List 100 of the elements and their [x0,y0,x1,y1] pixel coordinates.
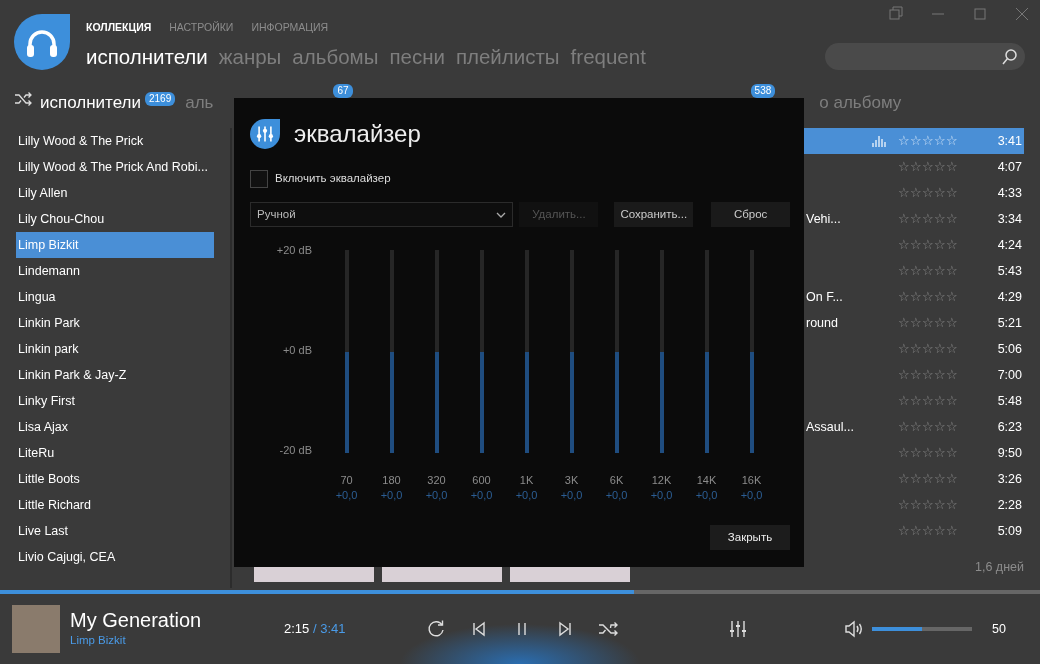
band-slider[interactable] [389,250,394,453]
shuffle-icon[interactable] [14,90,32,108]
category-tab[interactable]: песни [389,42,445,73]
star-icon[interactable]: ☆ [946,209,958,229]
volume-slider[interactable] [872,627,972,631]
artist-item[interactable]: Lindemann [16,258,214,284]
band-slider[interactable] [659,250,664,453]
artist-item[interactable]: Livio Cajugi, CEA [16,544,214,570]
star-icon[interactable]: ☆ [934,391,946,411]
track-row[interactable]: ☆☆☆☆☆ 4:33 [804,180,1024,206]
equalizer-icon[interactable] [728,619,748,639]
artist-item[interactable]: Limp Bizkit [16,232,214,258]
track-row[interactable]: ☆☆☆☆☆ 5:06 [804,336,1024,362]
star-icon[interactable]: ☆ [946,157,958,177]
star-icon[interactable]: ☆ [946,235,958,255]
star-icon[interactable]: ☆ [898,261,910,281]
artist-item[interactable]: LiteRu [16,440,214,466]
star-icon[interactable]: ☆ [910,417,922,437]
artist-item[interactable]: Little Boots [16,466,214,492]
star-icon[interactable]: ☆ [898,365,910,385]
star-icon[interactable]: ☆ [946,261,958,281]
band-slider[interactable] [704,250,709,453]
star-icon[interactable]: ☆ [910,469,922,489]
artist-item[interactable]: Lily Allen [16,180,214,206]
star-icon[interactable]: ☆ [910,183,922,203]
star-icon[interactable]: ☆ [934,365,946,385]
star-icon[interactable]: ☆ [922,157,934,177]
preset-button[interactable]: Сброс [711,202,790,227]
star-icon[interactable]: ☆ [946,495,958,515]
progress-track[interactable] [0,590,1040,594]
star-icon[interactable]: ☆ [946,365,958,385]
star-rating[interactable]: ☆☆☆☆☆ [898,443,964,463]
track-row[interactable]: Vehi... ☆☆☆☆☆ 3:34 [804,206,1024,232]
band-slider[interactable] [614,250,619,453]
band-slider[interactable] [479,250,484,453]
nav-link[interactable]: ИНФОРМАЦИЯ [251,20,329,36]
enable-label[interactable]: Включить эквалайзер [275,170,391,188]
star-icon[interactable]: ☆ [910,235,922,255]
star-rating[interactable]: ☆☆☆☆☆ [898,209,964,229]
star-rating[interactable]: ☆☆☆☆☆ [898,261,964,281]
star-rating[interactable]: ☆☆☆☆☆ [898,313,964,333]
category-tab[interactable]: исполнители [86,42,208,73]
star-icon[interactable]: ☆ [934,235,946,255]
star-rating[interactable]: ☆☆☆☆☆ [898,495,964,515]
star-icon[interactable]: ☆ [898,287,910,307]
sort-label[interactable]: о альбому [819,90,902,116]
track-row[interactable]: ☆☆☆☆☆ 3:26 [804,466,1024,492]
star-rating[interactable]: ☆☆☆☆☆ [898,521,964,541]
star-icon[interactable]: ☆ [910,157,922,177]
star-icon[interactable]: ☆ [922,313,934,333]
star-icon[interactable]: ☆ [910,261,922,281]
artist-item[interactable]: Linkin park [16,336,214,362]
star-icon[interactable]: ☆ [898,131,910,151]
star-icon[interactable]: ☆ [898,443,910,463]
star-icon[interactable]: ☆ [934,521,946,541]
star-icon[interactable]: ☆ [934,287,946,307]
artist-item[interactable]: Live Last [16,518,214,544]
star-rating[interactable]: ☆☆☆☆☆ [898,339,964,359]
star-icon[interactable]: ☆ [898,469,910,489]
star-icon[interactable]: ☆ [946,417,958,437]
star-icon[interactable]: ☆ [898,313,910,333]
star-icon[interactable]: ☆ [922,261,934,281]
artist-item[interactable]: Lily Chou-Chou [16,206,214,232]
track-row[interactable]: Assaul... ☆☆☆☆☆ 6:23 [804,414,1024,440]
star-icon[interactable]: ☆ [910,209,922,229]
nav-link[interactable]: НАСТРОЙКИ [169,20,234,36]
star-rating[interactable]: ☆☆☆☆☆ [898,391,964,411]
star-icon[interactable]: ☆ [934,261,946,281]
artist-item[interactable]: Lilly Wood & The Prick And Robi... [16,154,214,180]
star-icon[interactable]: ☆ [910,521,922,541]
star-icon[interactable]: ☆ [934,157,946,177]
star-icon[interactable]: ☆ [910,339,922,359]
track-row[interactable]: ☆☆☆☆☆ 4:24 [804,232,1024,258]
star-rating[interactable]: ☆☆☆☆☆ [898,157,964,177]
category-tab[interactable]: плейлисты [455,42,560,73]
artist-item[interactable]: Linkin Park [16,310,214,336]
star-icon[interactable]: ☆ [898,157,910,177]
star-rating[interactable]: ☆☆☆☆☆ [898,131,964,151]
star-icon[interactable]: ☆ [922,391,934,411]
enable-checkbox[interactable] [250,170,268,188]
star-icon[interactable]: ☆ [934,209,946,229]
track-row[interactable]: ☆☆☆☆☆ 7:00 [804,362,1024,388]
star-icon[interactable]: ☆ [946,131,958,151]
band-slider[interactable] [434,250,439,453]
band-slider[interactable] [344,250,349,453]
artist-item[interactable]: Linky First [16,388,214,414]
star-icon[interactable]: ☆ [922,339,934,359]
track-row[interactable]: On F... ☆☆☆☆☆ 4:29 [804,284,1024,310]
star-rating[interactable]: ☆☆☆☆☆ [898,417,964,437]
section-tab[interactable]: аль [185,90,214,116]
star-icon[interactable]: ☆ [946,287,958,307]
section-tab[interactable]: исполнители [40,90,141,116]
search-field[interactable] [825,43,1025,70]
category-tab[interactable]: frequent [570,42,646,73]
star-icon[interactable]: ☆ [898,209,910,229]
track-row[interactable]: ☆☆☆☆☆ 3:41 [804,128,1024,154]
star-icon[interactable]: ☆ [910,131,922,151]
star-icon[interactable]: ☆ [934,417,946,437]
star-rating[interactable]: ☆☆☆☆☆ [898,365,964,385]
track-row[interactable]: ☆☆☆☆☆ 2:28 [804,492,1024,518]
